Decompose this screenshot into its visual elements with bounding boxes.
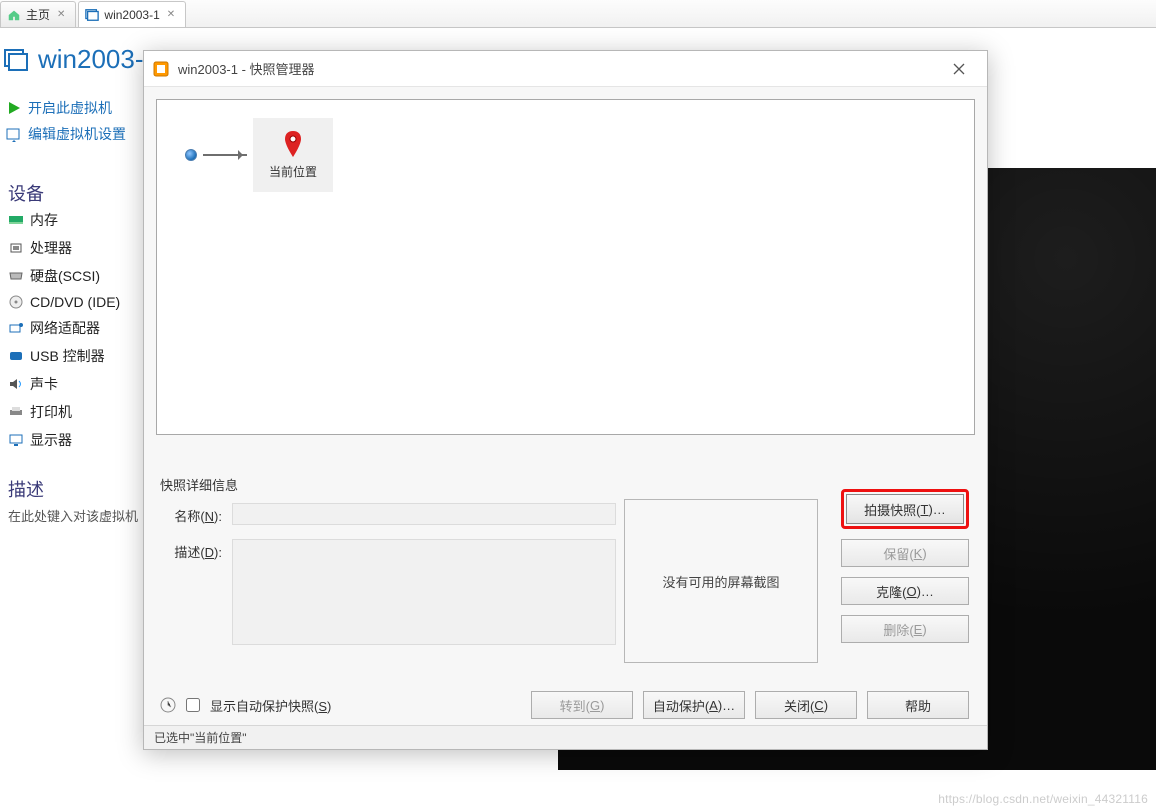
show-autoprotect-checkbox[interactable] (186, 698, 200, 712)
tab-home-label: 主页 (26, 6, 50, 23)
device-label: CD/DVD (IDE) (30, 294, 120, 310)
side-buttons: 拍摄快照(T)… 保留(K) 克隆(O)… 删除(E) (841, 489, 969, 643)
description-row: 描述(D): (160, 539, 616, 645)
home-icon (7, 8, 21, 22)
devices-header: 设备 (8, 180, 44, 206)
power-on-action[interactable]: 开启此虚拟机 (6, 98, 126, 118)
autoprotect-button[interactable]: 自动保护(A)… (643, 691, 745, 719)
root-dot-icon (185, 149, 197, 161)
tab-home[interactable]: 主页 ✕ (0, 1, 76, 27)
device-label: 网络适配器 (30, 318, 100, 338)
settings-icon (6, 126, 22, 142)
tab-vm[interactable]: win2003-1 ✕ (78, 1, 186, 27)
devices-list: 内存 处理器 硬盘(SCSI) CD/DVD (IDE) 网络适配器 USB 控… (8, 210, 120, 450)
tab-vm-label: win2003-1 (104, 8, 159, 22)
description-header: 描述 (8, 476, 44, 502)
description-textarea[interactable] (232, 539, 616, 645)
device-label: 显示器 (30, 430, 72, 450)
device-cpu[interactable]: 处理器 (8, 238, 120, 258)
name-input[interactable] (232, 503, 616, 525)
printer-icon (8, 405, 24, 419)
play-icon (6, 100, 22, 116)
device-label: 内存 (30, 210, 58, 230)
snapshot-tree[interactable]: 当前位置 (156, 99, 975, 435)
take-snapshot-button[interactable]: 拍摄快照(T)… (846, 494, 964, 524)
vm-icon (85, 8, 99, 22)
delete-button[interactable]: 删除(E) (841, 615, 969, 643)
goto-button[interactable]: 转到(G) (531, 691, 633, 719)
device-label: USB 控制器 (30, 346, 105, 366)
vm-page: win2003- 开启此虚拟机 编辑虚拟机设置 设备 内存 处理器 硬盘(SCS… (0, 28, 1156, 812)
device-label: 硬盘(SCSI) (30, 266, 100, 286)
dialog-titlebar[interactable]: win2003-1 - 快照管理器 (144, 51, 987, 87)
device-usb[interactable]: USB 控制器 (8, 346, 120, 366)
arrow-icon (203, 154, 247, 156)
power-on-label: 开启此虚拟机 (28, 98, 112, 118)
snapshot-root-node[interactable]: 当前位置 (185, 118, 333, 192)
pin-icon (283, 131, 303, 159)
usb-icon (8, 349, 24, 363)
close-button[interactable]: 关闭(C) (755, 691, 857, 719)
device-memory[interactable]: 内存 (8, 210, 120, 230)
clone-button[interactable]: 克隆(O)… (841, 577, 969, 605)
device-disk[interactable]: 硬盘(SCSI) (8, 266, 120, 286)
device-cd[interactable]: CD/DVD (IDE) (8, 294, 120, 310)
clock-icon (160, 697, 176, 713)
window-close-button[interactable] (939, 55, 979, 83)
snapshot-manager-dialog: win2003-1 - 快照管理器 当前位置 快照详细信息 名称(N): (143, 50, 988, 750)
watermark: https://blog.csdn.net/weixin_44321116 (938, 792, 1148, 806)
cd-icon (8, 295, 24, 309)
edit-settings-action[interactable]: 编辑虚拟机设置 (6, 124, 126, 144)
device-net[interactable]: 网络适配器 (8, 318, 120, 338)
tab-strip: 主页 ✕ win2003-1 ✕ (0, 0, 1156, 28)
take-snapshot-highlight: 拍摄快照(T)… (841, 489, 969, 529)
dialog-title: win2003-1 - 快照管理器 (178, 59, 315, 78)
keep-button[interactable]: 保留(K) (841, 539, 969, 567)
memory-icon (8, 213, 24, 227)
close-icon (953, 63, 965, 75)
device-label: 处理器 (30, 238, 72, 258)
vm-title-row: win2003- (4, 44, 144, 75)
app-icon (152, 60, 170, 78)
device-label: 打印机 (30, 402, 72, 422)
vm-title: win2003- (38, 44, 144, 75)
vm-actions: 开启此虚拟机 编辑虚拟机设置 (6, 98, 126, 144)
network-icon (8, 321, 24, 335)
name-label: 名称(N): (160, 503, 222, 525)
device-display[interactable]: 显示器 (8, 430, 120, 450)
name-row: 名称(N): (160, 503, 616, 525)
edit-settings-label: 编辑虚拟机设置 (28, 124, 126, 144)
close-icon[interactable]: ✕ (165, 9, 177, 20)
bottom-row: 显示自动保护快照(S) 转到(G) 自动保护(A)… 关闭(C) 帮助 (160, 691, 969, 719)
device-printer[interactable]: 打印机 (8, 402, 120, 422)
device-label: 声卡 (30, 374, 58, 394)
current-location-label: 当前位置 (269, 163, 317, 180)
description-label: 描述(D): (160, 539, 222, 561)
disk-icon (8, 269, 24, 283)
no-screenshot-label: 没有可用的屏幕截图 (662, 572, 779, 591)
cpu-icon (8, 241, 24, 255)
sound-icon (8, 377, 24, 391)
help-button[interactable]: 帮助 (867, 691, 969, 719)
device-sound[interactable]: 声卡 (8, 374, 120, 394)
snapshot-details-label: 快照详细信息 (160, 475, 238, 494)
display-icon (8, 433, 24, 447)
current-location-node[interactable]: 当前位置 (253, 118, 333, 192)
screenshot-preview: 没有可用的屏幕截图 (624, 499, 818, 663)
vm-large-icon (4, 47, 30, 73)
show-autoprotect-label: 显示自动保护快照(S) (210, 696, 331, 715)
close-icon[interactable]: ✕ (55, 9, 67, 20)
dialog-statusbar: 已选中"当前位置" (144, 725, 987, 749)
